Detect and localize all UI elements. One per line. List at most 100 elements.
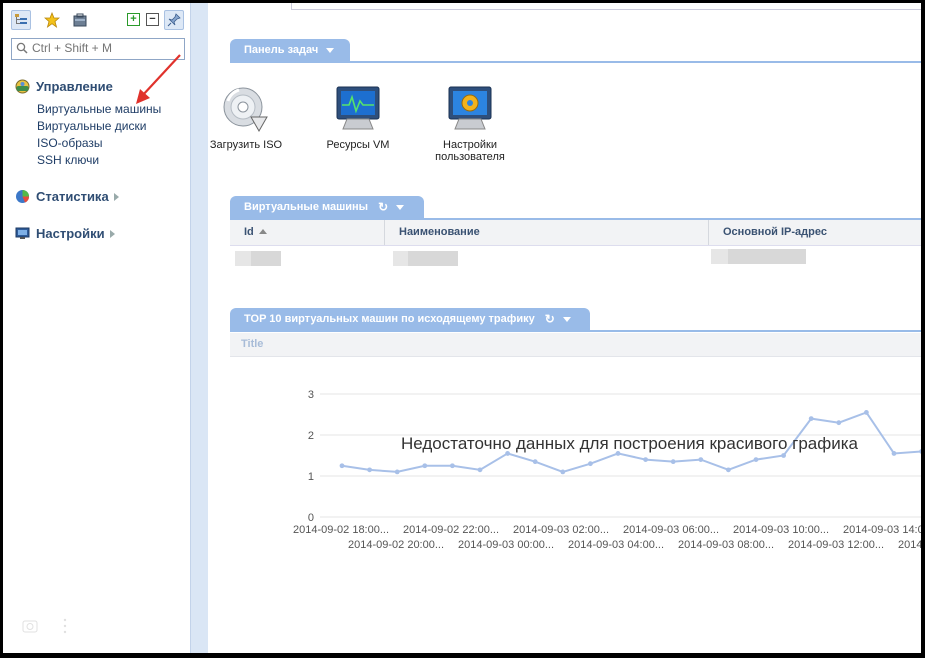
- expand-all-button[interactable]: +: [127, 13, 140, 26]
- redacted-ip: [728, 249, 806, 264]
- x-tick-label: 2014-09-03 02:00...: [513, 524, 609, 536]
- pin-button[interactable]: [164, 10, 184, 30]
- chart-titlebar: Title: [230, 333, 921, 357]
- data-point: [698, 457, 704, 462]
- refresh-icon[interactable]: ↻: [378, 200, 388, 214]
- panel-separator: [230, 61, 921, 63]
- tile-user-settings[interactable]: Настройки пользователя: [420, 83, 520, 163]
- sidebar: + − Управление Виртуальные машины Виртуа…: [3, 3, 190, 653]
- data-point: [367, 467, 372, 473]
- nav-section-statistics[interactable]: Статистика: [15, 189, 119, 204]
- tile-upload-iso[interactable]: Загрузить ISO: [196, 83, 296, 151]
- panel-title: Панель задач: [244, 44, 319, 56]
- camera-icon: [22, 618, 67, 634]
- main-content: Панель задач Загрузить ISO Ресурсы VM На…: [208, 3, 921, 653]
- column-header-name[interactable]: Наименование: [385, 220, 709, 245]
- nav-section-management[interactable]: Управление: [15, 79, 113, 94]
- nav-section-title: Статистика: [36, 189, 109, 204]
- tile-label: Ресурсы VM: [326, 139, 390, 151]
- dashboard-panel-tab[interactable]: Панель задач: [230, 39, 350, 61]
- x-tick-label: 2014-09-03 04:00...: [568, 539, 664, 551]
- nav-item-ssh-keys[interactable]: SSH ключи: [37, 153, 99, 167]
- x-tick-label: 2014-09-03 12:00...: [788, 539, 884, 551]
- data-point: [477, 467, 483, 473]
- cd-upload-icon: [223, 87, 268, 133]
- y-tick-label: 3: [308, 389, 314, 401]
- y-tick-label: 0: [308, 512, 314, 524]
- star-icon: [44, 12, 60, 28]
- chevron-down-icon[interactable]: [562, 316, 571, 322]
- y-tick-label: 2: [308, 430, 314, 442]
- x-tick-label: 2014-09-02 22:00...: [403, 524, 499, 536]
- x-tick-label: 2014-09-02 18:00...: [293, 524, 389, 536]
- collapse-all-button[interactable]: −: [146, 13, 159, 26]
- chevron-right-icon: [109, 229, 115, 238]
- chevron-right-icon: [113, 192, 119, 201]
- column-header-ip[interactable]: Основной IP-адрес: [709, 220, 921, 245]
- nav-section-title: Управление: [36, 79, 113, 94]
- tile-vm-resources[interactable]: Ресурсы VM: [308, 83, 408, 151]
- pie-chart-icon: [16, 190, 29, 203]
- x-tick-label: 2014-: [898, 539, 921, 551]
- data-point: [919, 449, 921, 454]
- pin-icon: [167, 13, 181, 27]
- column-header-id[interactable]: Id: [230, 220, 385, 245]
- data-point: [781, 453, 786, 458]
- data-point: [643, 457, 648, 462]
- monitor-pulse-icon: [336, 86, 380, 130]
- y-tick-label: 1: [308, 471, 314, 483]
- x-tick-label: 2014-09-03 06:00...: [623, 524, 719, 536]
- traffic-panel-tab[interactable]: TOP 10 виртуальных машин по исходящему т…: [230, 308, 590, 330]
- x-tick-label: 2014-09-03 10:00...: [733, 524, 829, 536]
- chevron-down-icon[interactable]: [396, 204, 405, 210]
- panel-title: TOP 10 виртуальных машин по исходящему т…: [244, 313, 535, 325]
- settings-monitor-icon: [15, 227, 30, 239]
- column-header-label: Основной IP-адрес: [723, 226, 827, 238]
- data-point: [450, 463, 455, 469]
- x-tick-label: 2014-09-02 20:00...: [348, 539, 444, 551]
- x-tick-label: 2014-09-03 14:0: [843, 524, 921, 536]
- vms-panel-tab[interactable]: Виртуальные машины ↻: [230, 196, 424, 218]
- tree-icon: [15, 14, 27, 24]
- nav-item-iso-images[interactable]: ISO-образы: [37, 136, 103, 150]
- sidebar-toolbar: + −: [11, 9, 186, 31]
- data-point: [726, 467, 731, 473]
- x-tick-label: 2014-09-03 00:00...: [458, 539, 554, 551]
- column-header-label: Id: [244, 226, 254, 238]
- data-point: [836, 420, 842, 426]
- nav-item-virtual-disks[interactable]: Виртуальные диски: [37, 119, 146, 133]
- monitor-gear-icon: [448, 86, 492, 130]
- redacted-name: [408, 251, 458, 266]
- data-point: [753, 457, 759, 462]
- annotation-arrow-icon: [136, 54, 181, 104]
- traffic-chart: 0 1 2 3 Недостаточно данных для построения к…: [293, 389, 921, 551]
- top-bar: [291, 3, 921, 10]
- tile-label: Загрузить ISO: [209, 139, 283, 151]
- chart-title: Title: [241, 338, 264, 350]
- vms-grid-header: Id Наименование Основной IP-адрес: [230, 220, 921, 246]
- nav-section-settings[interactable]: Настройки: [15, 226, 115, 241]
- nav-section-title: Настройки: [36, 226, 105, 241]
- data-point: [864, 410, 869, 415]
- favorites-button[interactable]: [43, 11, 61, 29]
- search-icon: [16, 42, 28, 54]
- chevron-down-icon[interactable]: [326, 47, 335, 53]
- data-point: [422, 463, 428, 469]
- data-point: [532, 459, 538, 465]
- data-point: [891, 451, 897, 456]
- data-point: [670, 459, 676, 465]
- data-point: [808, 416, 814, 421]
- tasks-button[interactable]: [71, 11, 89, 29]
- refresh-icon[interactable]: ↻: [545, 312, 555, 326]
- panel-title: Виртуальные машины: [244, 201, 369, 213]
- column-header-label: Наименование: [399, 226, 480, 238]
- tile-label: Настройки пользователя: [435, 139, 505, 163]
- tree-view-button[interactable]: [11, 10, 31, 30]
- data-point: [560, 469, 566, 475]
- x-tick-label: 2014-09-03 08:00...: [678, 539, 774, 551]
- no-data-message: Недостаточно данных для построения краси…: [401, 434, 859, 453]
- briefcase-icon: [73, 13, 87, 27]
- window-frame: + − Управление Виртуальные машины Виртуа…: [3, 3, 921, 653]
- data-point: [339, 463, 345, 469]
- management-icon: [15, 79, 30, 94]
